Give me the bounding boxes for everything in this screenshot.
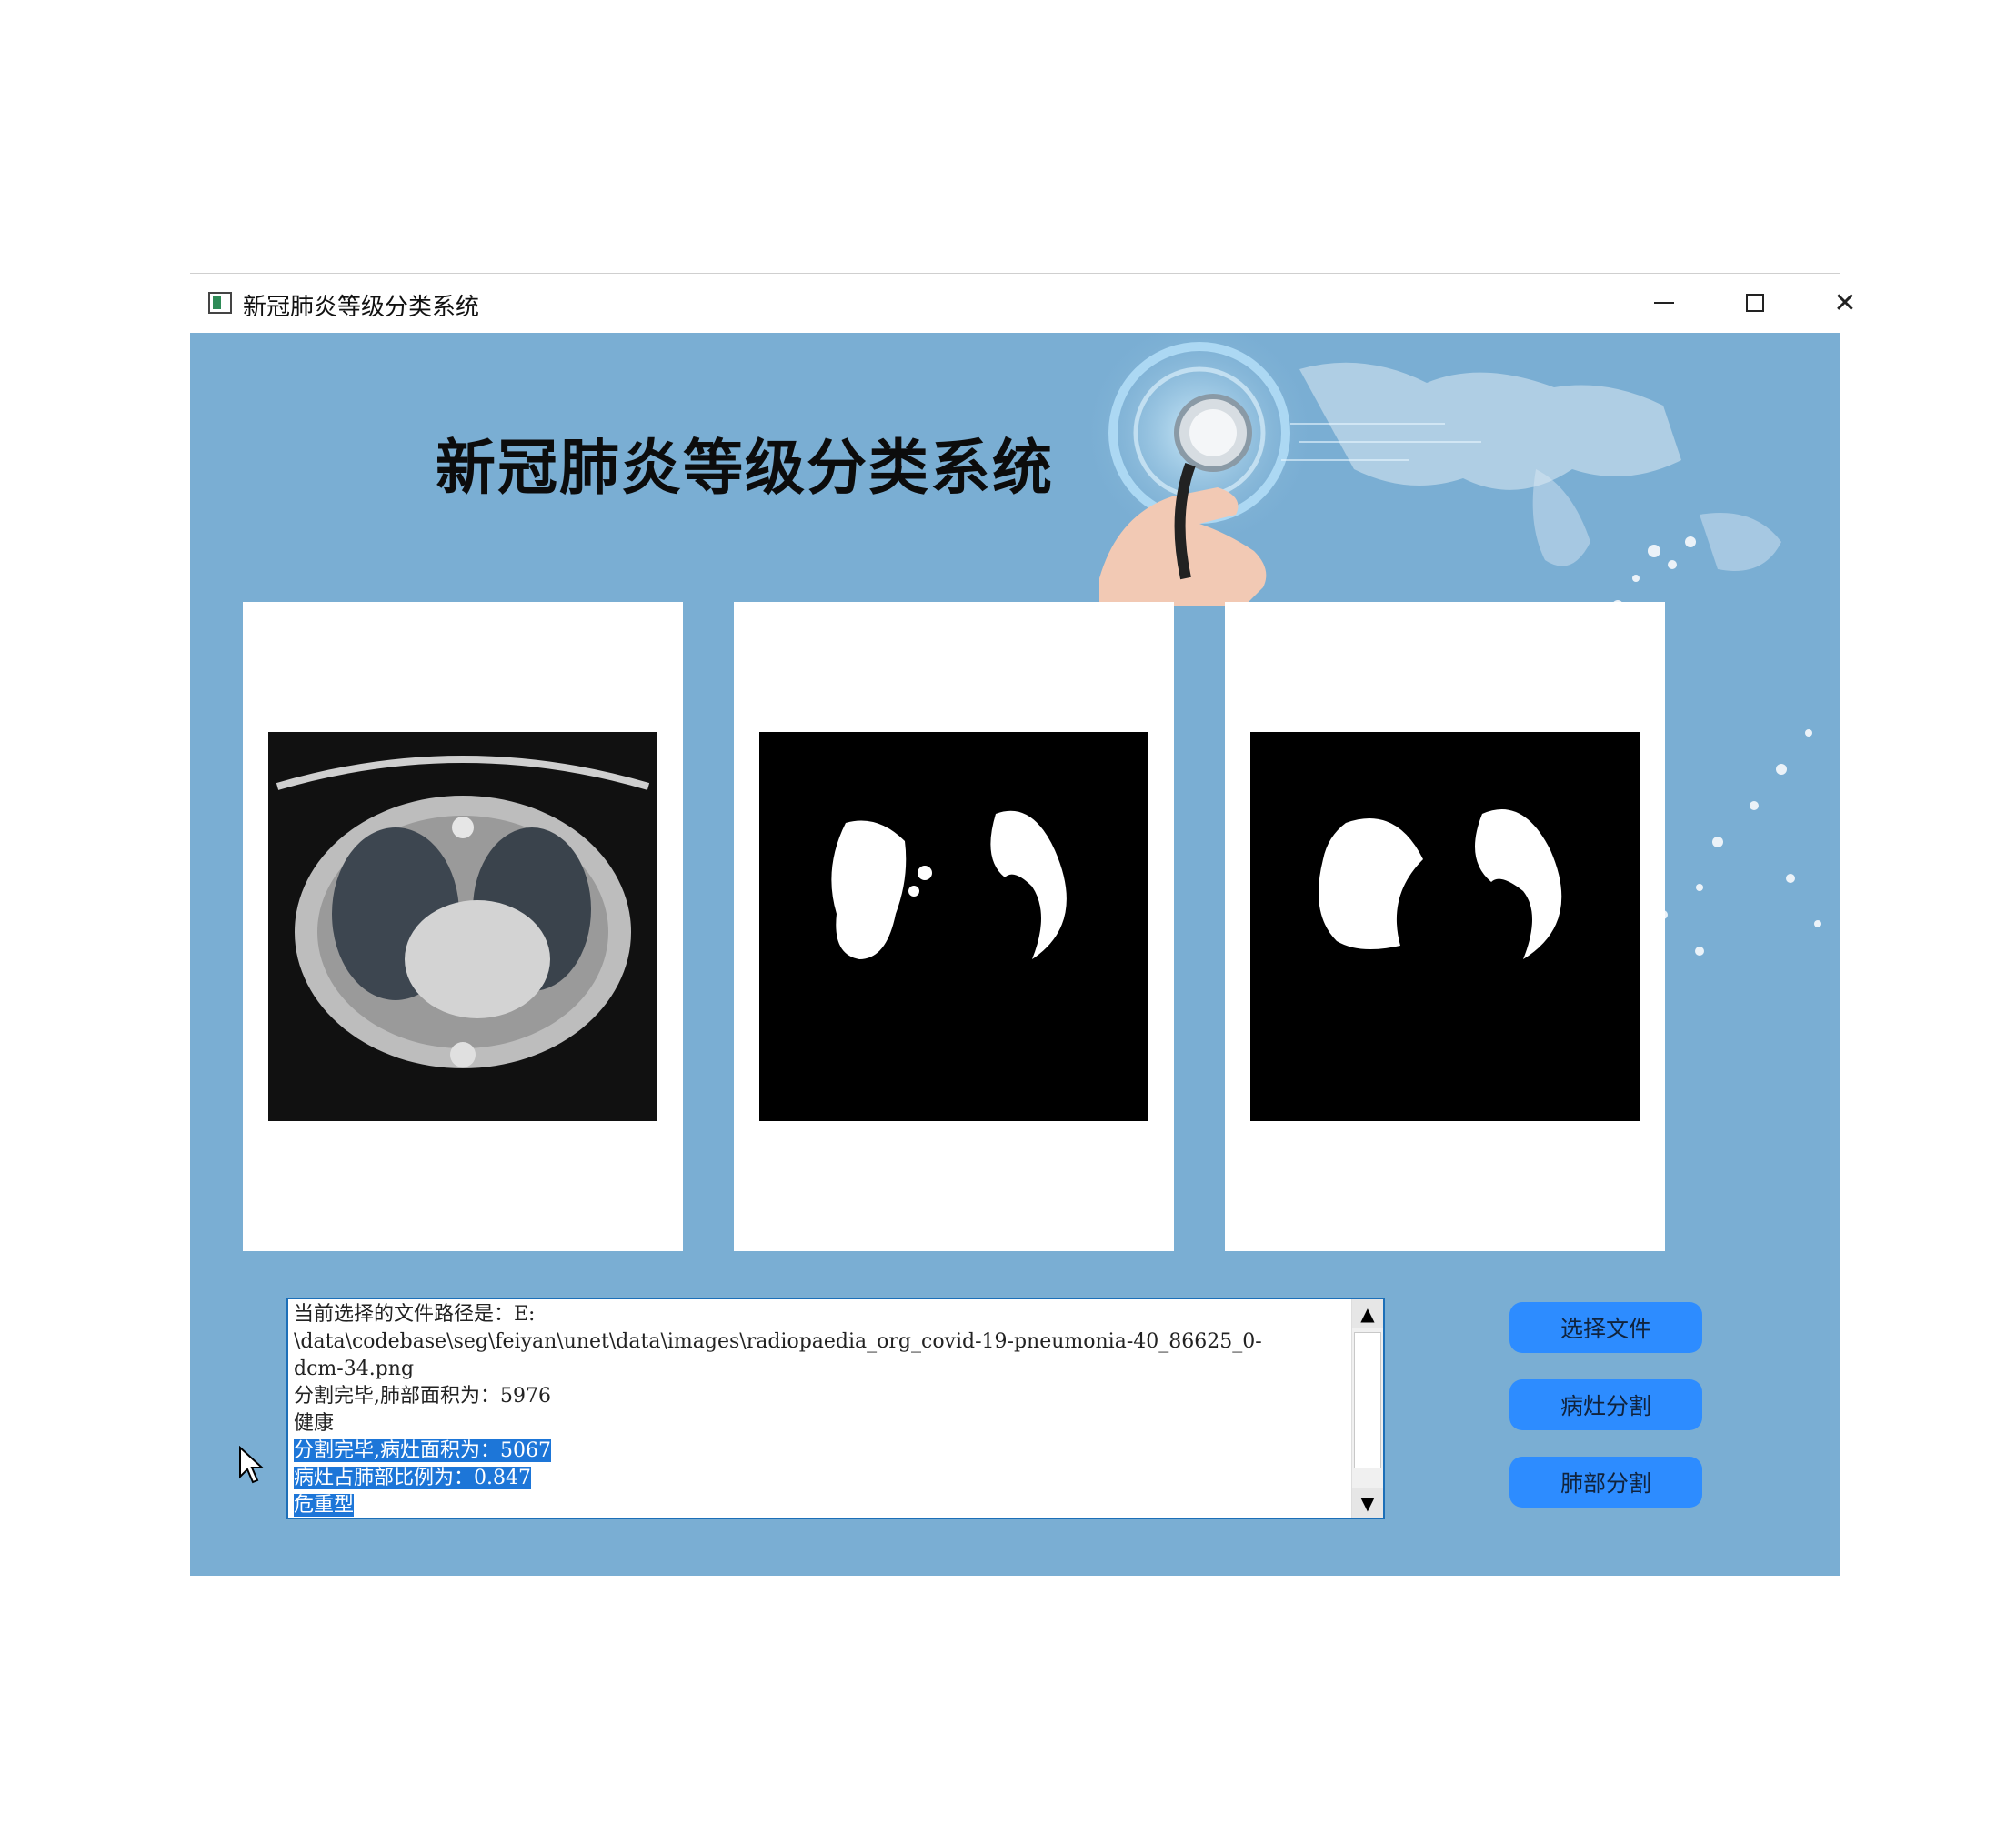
down-arrow-icon: ▼	[1360, 1492, 1375, 1514]
log-line: 健康	[294, 1410, 1358, 1438]
log-line: dcm-34.png	[294, 1356, 1358, 1383]
log-line-text: 当前选择的文件路径是：E:	[294, 1303, 536, 1326]
close-button[interactable]: ✕	[1818, 283, 1872, 323]
minimize-button[interactable]	[1637, 283, 1691, 323]
lesion-mask-image	[759, 732, 1148, 1121]
mouse-cursor-icon	[239, 1446, 264, 1484]
scroll-up-button[interactable]: ▲	[1352, 1299, 1383, 1328]
log-line: 分割完毕,肺部面积为：5976	[294, 1383, 1358, 1410]
image-panel-lesion	[734, 602, 1174, 1251]
close-icon: ✕	[1833, 286, 1857, 319]
log-line-text: 分割完毕,病灶面积为：5067	[294, 1439, 551, 1462]
up-arrow-icon: ▲	[1360, 1303, 1375, 1325]
log-line: \data\codebase\seg\feiyan\unet\data\imag…	[294, 1328, 1358, 1356]
page-title: 新冠肺炎等级分类系统	[436, 433, 1054, 503]
log-line-text: 分割完毕,肺部面积为：5976	[294, 1385, 551, 1408]
minimize-icon	[1654, 302, 1674, 304]
client-area: 新冠肺炎等级分类系统 当前选择的文件路径是：E: \data\codebase\…	[190, 333, 1840, 1576]
scroll-down-button[interactable]: ▼	[1352, 1488, 1383, 1518]
log-scrollbar[interactable]: ▲ ▼	[1351, 1299, 1383, 1518]
log-text: 当前选择的文件路径是：E: \data\codebase\seg\feiyan\…	[294, 1301, 1358, 1519]
image-panel-original	[243, 602, 683, 1251]
maximize-button[interactable]	[1728, 283, 1782, 323]
log-line-selected: 分割完毕,病灶面积为：5067	[294, 1438, 1358, 1465]
select-file-button[interactable]: 选择文件	[1509, 1302, 1702, 1353]
lung-mask-image	[1250, 732, 1640, 1121]
window-title: 新冠肺炎等级分类系统	[243, 294, 480, 321]
app-window: 新冠肺炎等级分类系统 ✕ 新冠肺炎等级分类系统 当前选择的文件路径是：E: \d…	[190, 273, 1857, 1576]
ct-scan-image	[268, 732, 657, 1121]
log-line-selected: 病灶占肺部比例为：0.847	[294, 1465, 1358, 1492]
log-line-text: dcm-34.png	[294, 1358, 415, 1380]
scroll-thumb[interactable]	[1354, 1332, 1381, 1468]
log-line-text: \data\codebase\seg\feiyan\unet\data\imag…	[294, 1330, 1262, 1353]
log-line-text: 健康	[294, 1412, 335, 1435]
lung-segment-button[interactable]: 肺部分割	[1509, 1457, 1702, 1508]
log-line: 当前选择的文件路径是：E:	[294, 1301, 1358, 1328]
app-icon	[208, 292, 232, 314]
output-log[interactable]: 当前选择的文件路径是：E: \data\codebase\seg\feiyan\…	[286, 1298, 1385, 1519]
lesion-segment-button[interactable]: 病灶分割	[1509, 1379, 1702, 1430]
log-line-text: 病灶占肺部比例为：0.847	[294, 1467, 531, 1489]
title-bar: 新冠肺炎等级分类系统 ✕	[190, 274, 1857, 333]
log-line-selected: 危重型	[294, 1492, 1358, 1519]
image-panel-lung	[1225, 602, 1665, 1251]
log-line-text: 危重型	[294, 1494, 355, 1517]
maximize-icon	[1746, 294, 1764, 312]
